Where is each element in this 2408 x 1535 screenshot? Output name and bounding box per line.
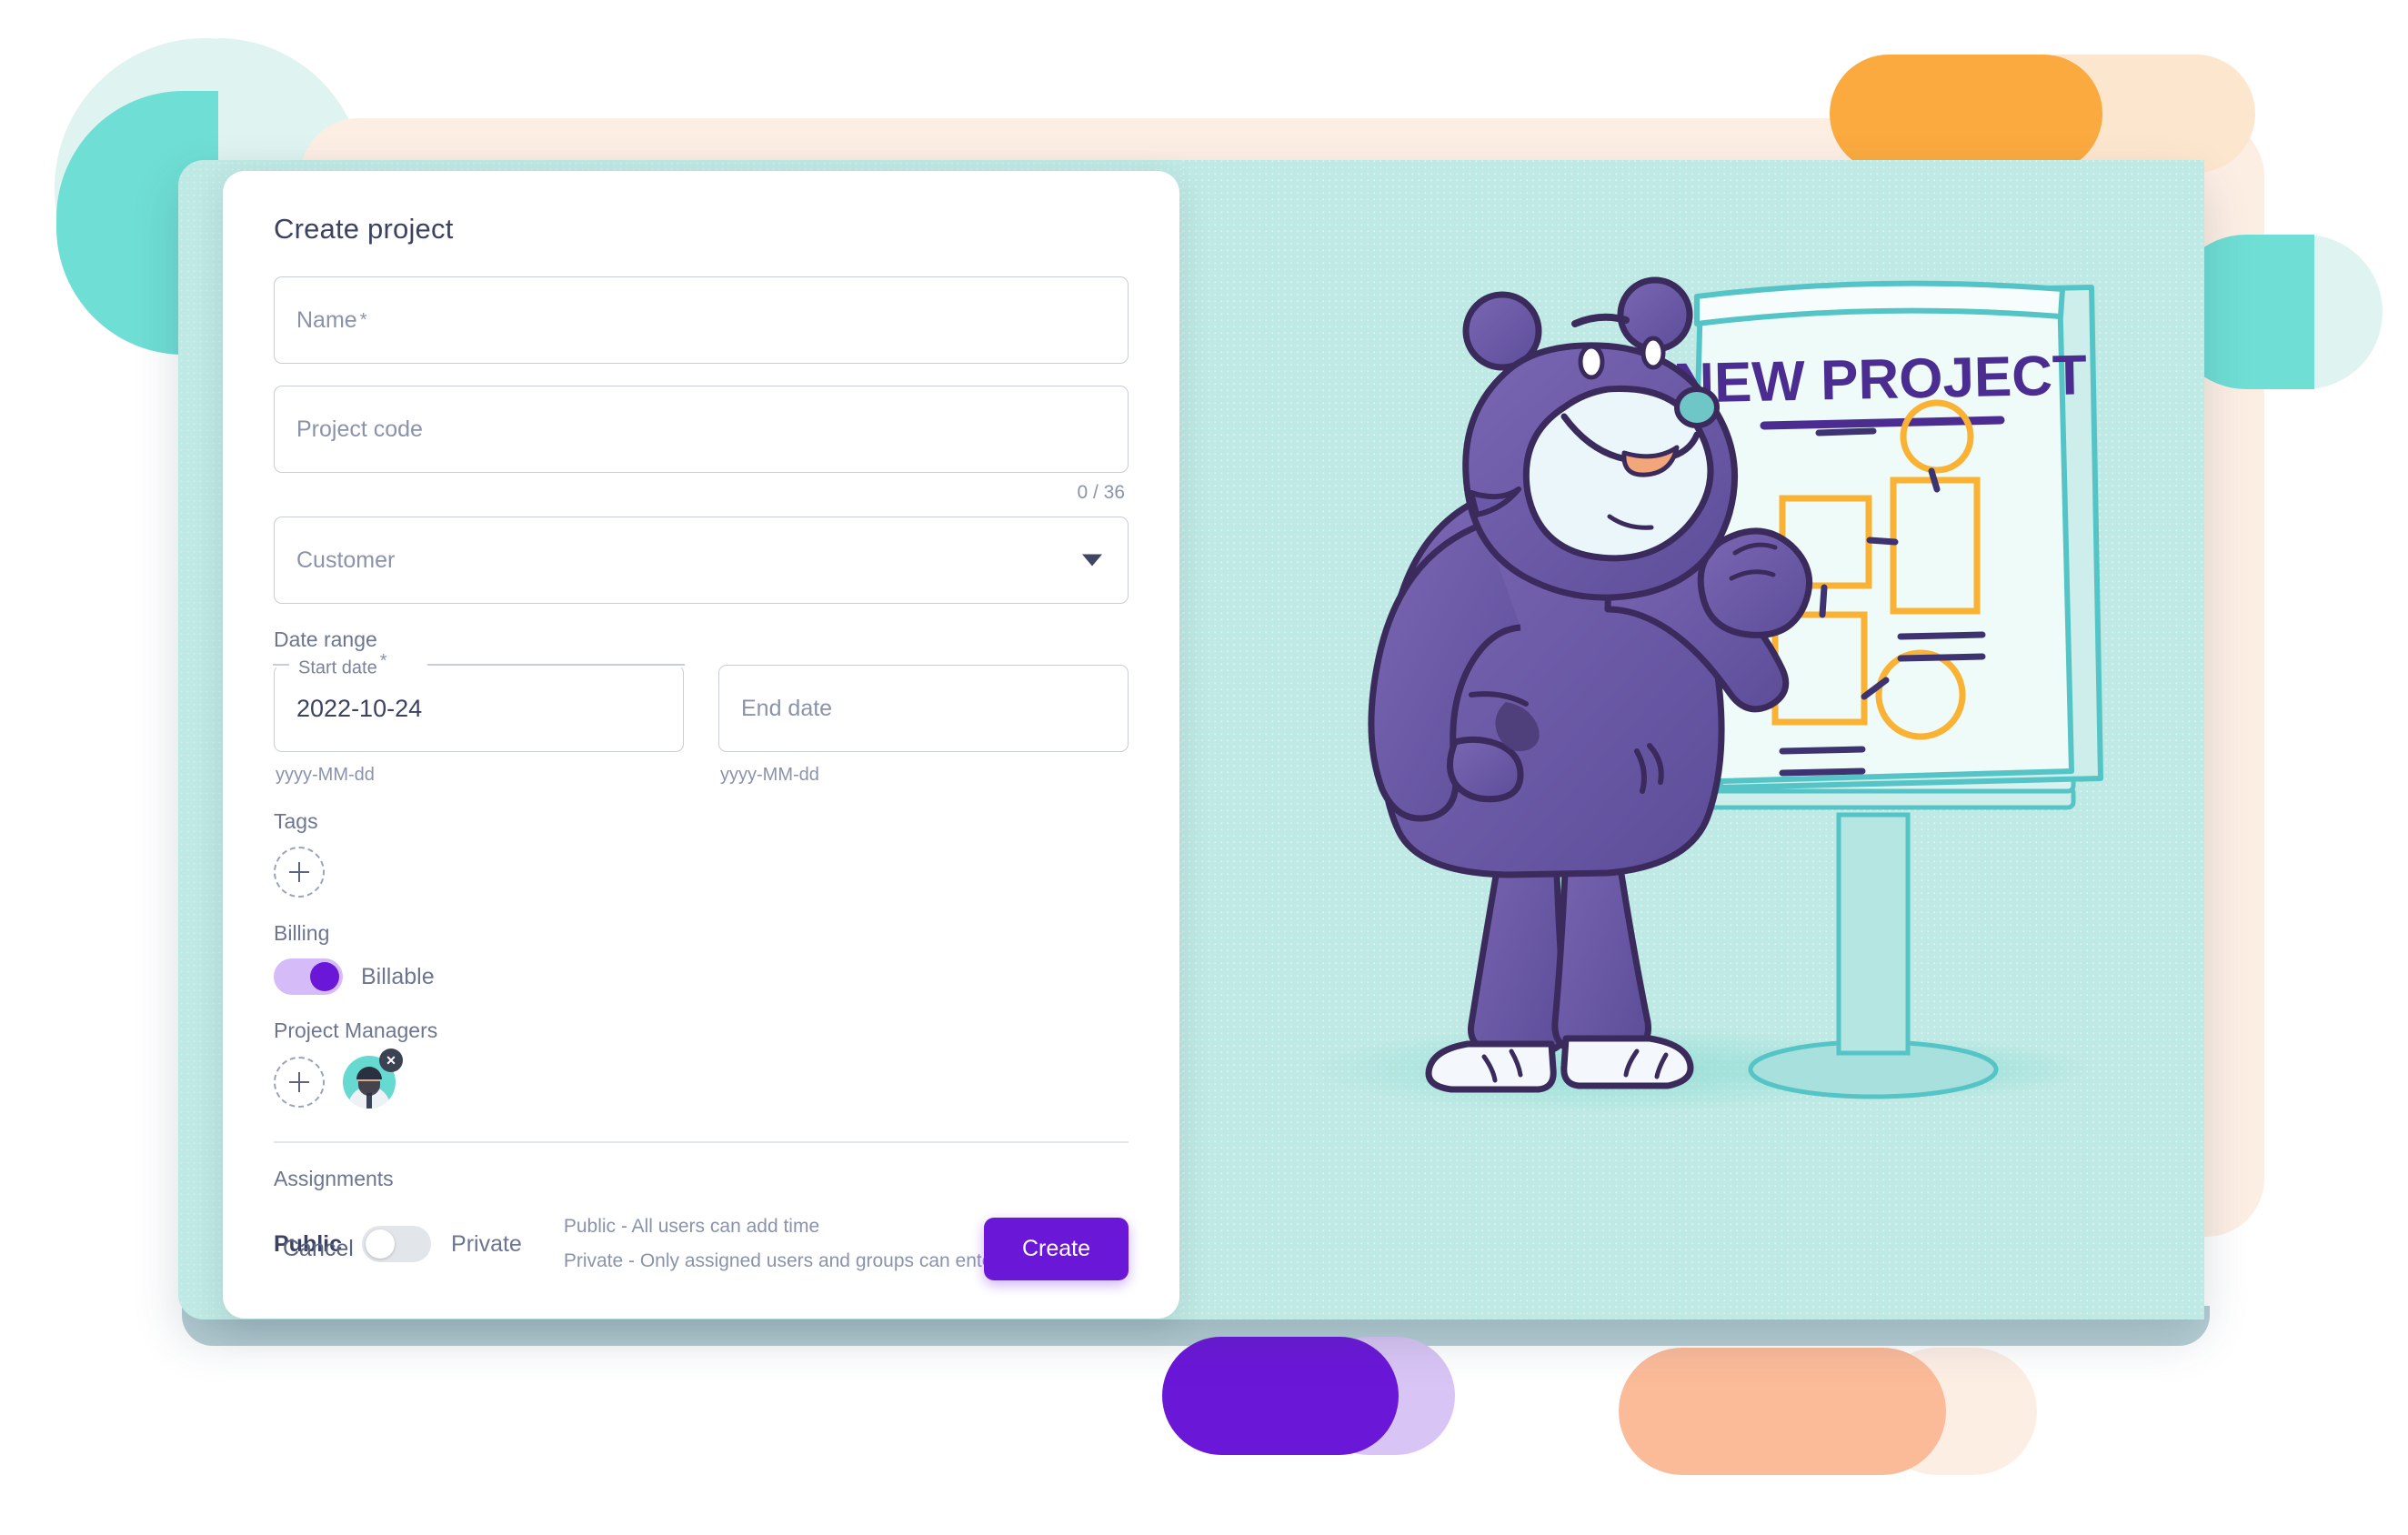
date-range-label: Date range [274,627,377,651]
dialog-footer: Cancel Create [274,1218,1129,1280]
illustration-bear-with-flipchart: NEW PROJECT [1182,160,2204,1319]
end-date-hint: yyyy-MM-dd [720,765,819,785]
notch-right [427,664,685,666]
decor-blob-orange-pill [1830,55,2102,173]
name-field-placeholder: Name [296,306,357,333]
cancel-button[interactable]: Cancel [274,1223,363,1275]
billing-label: Billing [274,921,330,945]
customer-select[interactable]: Customer [274,517,1129,604]
notch-left [273,664,290,666]
project-code-counter: 0 / 36 [1077,482,1125,503]
decor-blob-purple-pill [1162,1337,1399,1455]
decor-blob-salmon-pill [1619,1348,1946,1475]
avatar[interactable]: ✕ [343,1048,403,1109]
project-managers-label: Project Managers [274,1018,438,1042]
start-date-label: Start date * [298,651,387,678]
avatar-hair [356,1067,382,1079]
divider [274,1141,1129,1143]
billable-toggle[interactable] [274,958,343,995]
project-code-field[interactable]: Project code [274,386,1129,473]
billable-toggle-row: Billable [274,958,1129,995]
billable-toggle-label: Billable [361,963,435,989]
page-title: Create project [274,213,454,245]
date-range-row: Start date * 2022-10-24 yyyy-MM-dd End da… [273,652,1129,786]
start-date-hint: yyyy-MM-dd [276,765,375,785]
tags-label: Tags [274,809,318,833]
end-date-field[interactable]: End date [718,665,1129,752]
tags-row [274,847,1129,898]
chevron-down-icon [1082,554,1102,567]
start-date-field[interactable]: Start date * 2022-10-24 [273,652,685,752]
start-date-column: Start date * 2022-10-24 yyyy-MM-dd [273,652,685,786]
create-project-dialog: Create project Name * Project code 0 / 36… [223,171,1179,1319]
project-managers-row: ✕ [274,1048,1129,1109]
end-date-column: End date yyyy-MM-dd [718,665,1129,786]
name-field[interactable]: Name * [274,276,1129,364]
toggle-knob [310,962,339,991]
name-required-marker: * [359,309,367,330]
start-date-value: 2022-10-24 [296,694,423,722]
project-code-placeholder: Project code [296,416,423,442]
board-title-text: NEW PROJECT [1673,344,2088,416]
plus-icon[interactable] [274,1057,325,1108]
close-icon[interactable]: ✕ [379,1048,403,1072]
end-date-placeholder: End date [741,695,833,721]
plus-icon[interactable] [274,847,325,898]
screenshot-root: NEW PROJECT Create project Name * Projec… [0,0,2408,1535]
create-button[interactable]: Create [983,1218,1129,1280]
assignments-label: Assignments [274,1166,394,1190]
customer-select-placeholder: Customer [296,547,396,573]
